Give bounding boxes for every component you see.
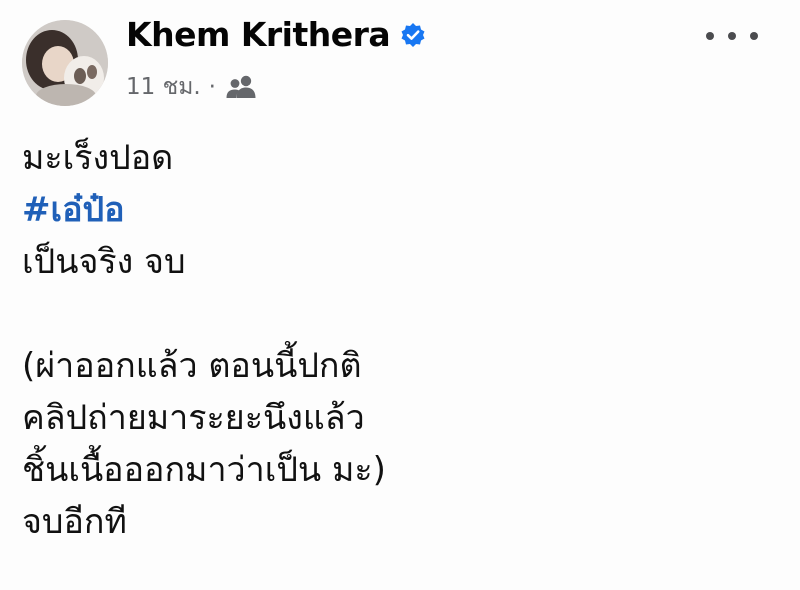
post-meta: 11 ชม. · [126,70,258,104]
post-text: มะเร็งปอด #เอ๋ป๋อ เป็นจริง จบ (ผ่าออกแล้… [22,132,762,548]
post-text-line: เป็นจริง จบ [22,242,186,282]
more-options-icon[interactable] [706,22,758,50]
post-text-line: มะเร็งปอด [22,138,174,178]
post-text-line: ชิ้นเนื้อออกมาว่าเป็น มะ) [22,450,386,490]
verified-badge-icon [400,22,426,48]
post-timestamp[interactable]: 11 ชม. [126,69,201,105]
author-name[interactable]: Khem Krithera [126,15,391,54]
avatar-photo [22,20,108,106]
facebook-post: Khem Krithera 11 ชม. · มะเร็งปอด #เอ๋ป๋อ… [0,0,800,590]
more-dot [706,32,714,40]
post-text-line: (ผ่าออกแล้ว ตอนนี้ปกติ [22,346,362,386]
author-header: Khem Krithera [126,12,426,56]
author-avatar[interactable] [22,20,108,106]
more-dot [750,32,758,40]
post-text-line: จบอีกที [22,502,127,542]
more-dot [728,32,736,40]
meta-separator: · [208,74,216,100]
friends-icon[interactable] [224,74,258,100]
post-text-line: คลิปถ่ายมาระยะนึงแล้ว [22,398,365,438]
hashtag-link[interactable]: #เอ๋ป๋อ [22,184,762,236]
